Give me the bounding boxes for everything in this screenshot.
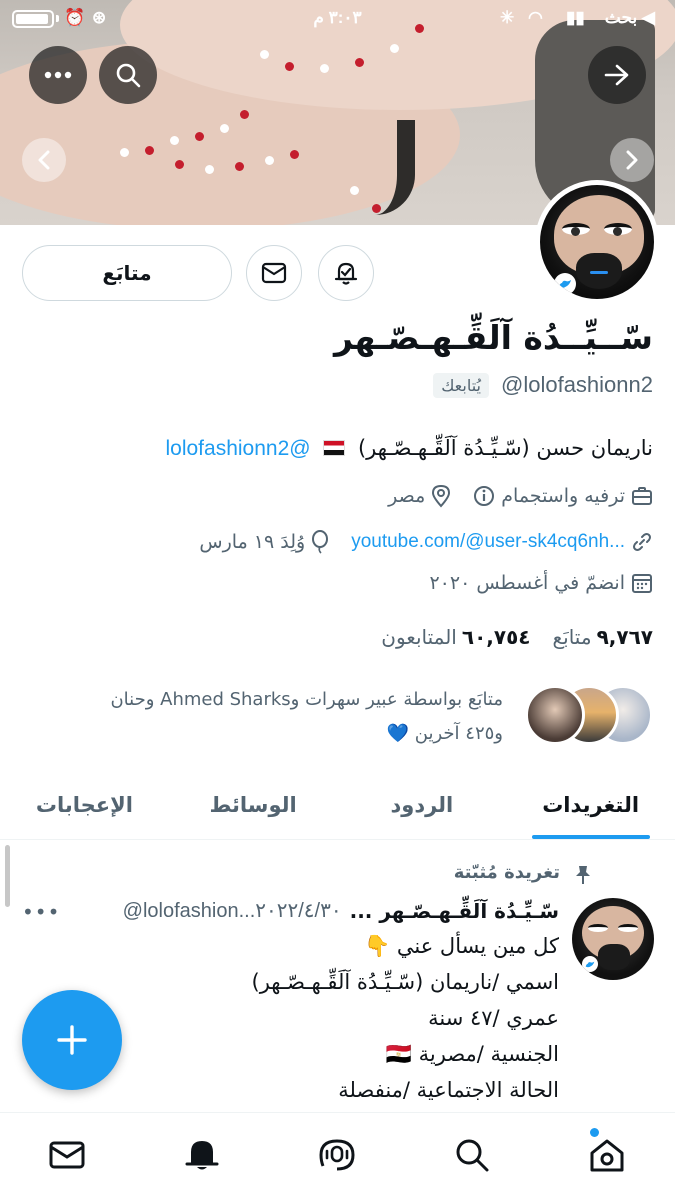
more-button[interactable]: [29, 46, 87, 104]
link-icon: [633, 533, 651, 551]
follows-you-badge: يُتابعك: [433, 372, 489, 398]
avatar-eye: [604, 223, 632, 236]
followers-count[interactable]: ٦٠,٧٥٤المتابعون: [381, 625, 530, 649]
mail-icon: [261, 262, 287, 284]
profile-avatar[interactable]: [535, 180, 659, 304]
bell-icon: [185, 1141, 219, 1170]
follower-avatar: [525, 685, 585, 745]
balloon-icon: [312, 530, 329, 554]
website-link[interactable]: youtube.com/@user-sk4cq6nh...: [351, 531, 625, 553]
activity-icon: ✳: [500, 8, 515, 27]
bottom-navigation: [0, 1112, 675, 1200]
message-button[interactable]: [246, 245, 302, 301]
banner-prev-button[interactable]: [22, 138, 66, 182]
scrollbar[interactable]: [5, 845, 10, 907]
tweet-author-handle-date: @lolofashion...٢٠٢٢/٤/٣٠: [122, 900, 342, 922]
tab-likes[interactable]: الإعجابات: [0, 770, 169, 839]
more-icon: [44, 71, 72, 79]
plus-icon: [57, 1025, 87, 1055]
nav-messages[interactable]: [45, 1133, 89, 1177]
arrow-right-icon: [604, 64, 629, 86]
following-button[interactable]: متابَع: [22, 245, 232, 301]
info-icon[interactable]: [473, 485, 495, 507]
briefcase-icon: [632, 487, 652, 505]
followers-you-know[interactable]: متابَع بواسطة عبير سهرات وAhmed Sharks و…: [23, 683, 653, 753]
nav-search[interactable]: [450, 1133, 494, 1177]
tweet-author-avatar[interactable]: [572, 898, 654, 980]
chevron-left-icon: [38, 150, 50, 170]
tab-media[interactable]: الوسائط: [169, 770, 338, 839]
banner-next-button[interactable]: [610, 138, 654, 182]
signal-icon: ▮▮: [566, 8, 585, 27]
profile-meta-row-1: ترفيه واستجمام مصر: [388, 484, 653, 508]
search-icon: [456, 1139, 489, 1172]
spaces-icon: [319, 1139, 355, 1171]
egypt-flag-icon: [323, 440, 346, 456]
profile-meta-row-2: youtube.com/@user-sk4cq6nh... وُلِدَ ١٩ …: [199, 530, 653, 554]
tab-tweets[interactable]: التغريدات: [506, 770, 675, 839]
profile-website[interactable]: youtube.com/@user-sk4cq6nh...: [351, 531, 653, 553]
chevron-right-icon: [626, 150, 638, 170]
bio-text: ناريمان حسن (سّـيِّـدُة آلَقِّـهـصّـهر): [357, 436, 653, 460]
profile-meta-row-3: انضمّ في أغسطس ٢٠٢٠: [429, 572, 653, 594]
follow-counts: ٩,٧٦٧متابَع ٦٠,٧٥٤المتابعون: [381, 625, 653, 649]
profile-bio: ناريمان حسن (سّـيِّـدُة آلَقِّـهـصّـهر) …: [165, 436, 653, 461]
followers-you-know-text: متابَع بواسطة عبير سهرات وAhmed Sharks و…: [110, 689, 503, 744]
back-button[interactable]: [588, 46, 646, 104]
tweet-author-name[interactable]: سّـيِّـدُة آلَقِّـهـصّـهر ...: [350, 899, 559, 923]
bio-mention-link[interactable]: @lolofashionn2: [165, 437, 310, 460]
calendar-icon: [632, 574, 652, 593]
tab-replies[interactable]: الردود: [338, 770, 507, 839]
location-pin-icon: [432, 484, 451, 508]
nav-spaces[interactable]: [315, 1133, 359, 1177]
notifications-button[interactable]: [318, 245, 374, 301]
bird-icon: [582, 956, 598, 972]
nav-notifications[interactable]: [180, 1133, 224, 1177]
wifi-icon: ◠: [528, 8, 543, 27]
following-count[interactable]: ٩,٧٦٧متابَع: [553, 625, 654, 649]
compose-tweet-button[interactable]: [22, 990, 122, 1090]
back-to-app[interactable]: بحث ◀: [605, 8, 655, 28]
profile-location: مصر: [388, 484, 451, 508]
bell-plus-icon: [334, 262, 358, 285]
home-unread-dot: [590, 1128, 599, 1137]
profile-display-name: سّــيِّــدُة آلَقِّـهـصّـهر: [334, 318, 653, 357]
search-button[interactable]: [99, 46, 157, 104]
tweet-header: سّـيِّـدُة آلَقِّـهـصّـهر ... @lolofashi…: [19, 898, 559, 923]
profile-category: ترفيه واستجمام: [473, 485, 653, 507]
avatar-eye: [562, 223, 590, 236]
profile-handle: @lolofashionn2: [501, 372, 653, 397]
pinned-tweet-label: تغريدة مُثبّتة: [453, 862, 560, 883]
nav-home[interactable]: [585, 1133, 629, 1177]
profile-tabs: التغريدات الردود الوسائط الإعجابات: [0, 770, 675, 840]
home-icon: [590, 1139, 624, 1172]
profile-joined: انضمّ في أغسطس ٢٠٢٠: [429, 572, 653, 594]
tweet-line: كل مين يسأل عني 👇: [364, 934, 559, 958]
search-icon: [116, 63, 141, 88]
handle-row: @lolofashionn2 يُتابعك: [433, 372, 653, 398]
profile-birthday: وُلِدَ ١٩ مارس: [199, 530, 329, 554]
pushpin-icon: [572, 864, 594, 890]
bird-icon: [554, 273, 576, 295]
tweet-more-button[interactable]: •••: [22, 900, 60, 924]
tweet-line: اسمي /ناريمان (سّـيِّـدُة آلَقِّـهـصّـهر…: [251, 970, 559, 994]
mail-icon: [49, 1141, 85, 1169]
status-bar: ⏰ ⊛ ٣:٠٣ م ✳ ◠ ▮▮ بحث ◀: [0, 0, 675, 38]
avatar-eye: [618, 924, 638, 932]
followers-you-know-avatars: [523, 683, 653, 745]
avatar-eye: [588, 924, 608, 932]
